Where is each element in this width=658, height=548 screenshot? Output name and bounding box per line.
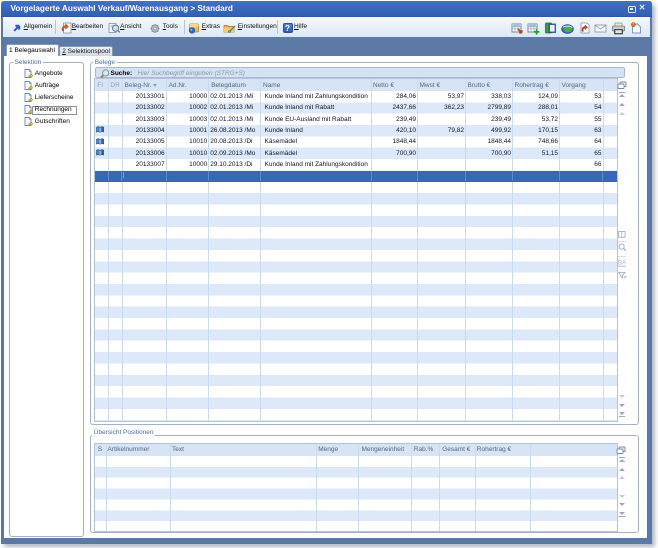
svg-text:BA: BA: [618, 260, 626, 266]
